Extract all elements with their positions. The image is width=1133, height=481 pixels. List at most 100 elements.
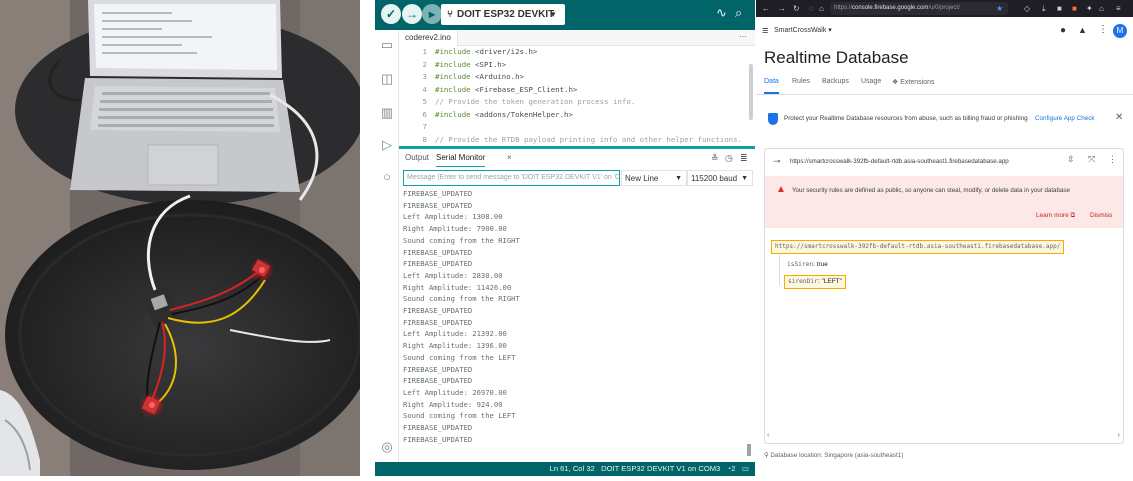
warning-text: Your security rules are defined as publi… [792,187,1070,194]
panel-divider[interactable] [399,146,755,149]
editor-scrollbar[interactable] [749,64,753,120]
bookmark-star-icon[interactable]: ★ [996,0,1003,17]
page-title: Realtime Database [764,48,909,67]
serial-scrollbar[interactable] [747,444,751,456]
address-bar[interactable]: https://console.firebase.google.com/u/0/… [830,2,1008,15]
timestamp-icon[interactable]: ◷ [725,150,733,166]
database-url-bar: ⊸ https://smartcrosswalk-392fb-default-r… [765,149,1123,173]
tree-line [779,255,780,285]
serial-line: Right Amplitude: 924.00 [403,399,503,409]
debug-button[interactable]: ▸ [422,4,442,24]
profile-icon[interactable]: ◎ [380,440,394,454]
node-key: sirenDir [788,278,818,285]
setup-photo [0,0,360,476]
line-ending-select[interactable]: New Line ▼ [621,170,687,186]
code-line: 1 #include <driver/i2s.h> [422,47,538,56]
serial-line: FIREBASE_UPDATED [403,247,473,257]
dismiss-button[interactable]: Dismiss [1090,212,1112,219]
code-editor[interactable]: 1 #include <driver/i2s.h> 2 #include <SPI.… [399,46,755,146]
chevron-right-icon[interactable]: › [1118,432,1120,439]
puzzle-icon[interactable]: ✦ [1086,0,1093,17]
upload-button[interactable]: → [402,4,422,24]
serial-plotter-icon[interactable]: ∿ [716,5,727,21]
output-panel-icon[interactable]: ▭ [742,464,749,473]
board-selector[interactable]: ⑂DOIT ESP32 DEVKIT V1 ▼ [441,4,565,41]
database-url[interactable]: https://smartcrosswalk-392fb-default-rtd… [790,158,1009,165]
tab-serial-monitor[interactable]: Serial Monitor [436,150,486,167]
usb-icon: ⑂ [447,9,453,20]
hamburger-icon[interactable]: ≡ [762,25,768,37]
extension-icon[interactable]: ■ [1057,0,1062,17]
shield-icon[interactable]: ◌ [809,0,814,17]
learn-more-link[interactable]: Learn more ⧉ [1036,212,1075,220]
back-icon[interactable]: ← [762,0,770,17]
more-vert-icon[interactable]: ⋮ [1098,24,1108,35]
tab-extensions[interactable]: ❖ Extensions [892,78,934,94]
external-link-icon: ⧉ [1070,212,1076,219]
bell-icon[interactable]: ▲ [1078,25,1087,35]
autoscroll-icon[interactable]: ≚ [711,150,719,166]
expand-icon[interactable]: ⇳ [1067,154,1075,165]
avatar[interactable]: M [1113,24,1127,38]
folder-icon[interactable]: ▭ [380,38,394,52]
lock-icon[interactable]: ⌂ [819,0,824,17]
serial-monitor-icon[interactable]: ⌕ [735,5,742,21]
tab-more-button[interactable]: ··· [739,30,747,44]
node-is-siren[interactable]: isSiren: true [787,259,828,271]
tab-backups[interactable]: Backups [822,78,849,94]
extensions-icon[interactable]: ⌂ [1099,0,1104,17]
forward-icon[interactable]: → [778,0,786,17]
configure-app-check-link[interactable]: Configure App Check [1035,115,1095,122]
node-siren-dir[interactable]: sirenDir: "LEFT" [784,275,846,289]
pocket-icon[interactable]: ◇ [1024,0,1030,17]
clear-output-icon[interactable]: ≣ [740,150,748,166]
file-tab[interactable]: coderev2.ino [399,30,458,46]
help-icon[interactable]: ● [1060,25,1066,36]
cursor-position: Ln 61, Col 32 [549,464,595,473]
close-icon[interactable]: × [507,150,512,166]
debug-icon[interactable]: ▷ [380,138,394,152]
ide-sidebar: ▭ ◫ ▥ ▷ ○ ◎ [375,30,399,462]
addon-icon[interactable]: ■ [1072,0,1077,17]
tab-data[interactable]: Data [764,78,779,94]
code-line: 3 #include <Arduino.h> [422,72,524,81]
serial-line: Left Amplitude: 21392.00 [403,329,507,339]
tab-output[interactable]: Output [405,150,429,166]
close-icon[interactable]: ✕ [1115,112,1123,123]
extensions-icon: ❖ [892,79,901,86]
warning-icon: ▲ [776,184,786,195]
serial-line: FIREBASE_UPDATED [403,317,473,327]
node-value[interactable]: "LEFT" [821,278,842,285]
project-selector[interactable]: SmartCrossWalk ▾ [774,26,832,34]
tab-usage[interactable]: Usage [861,78,881,94]
chevron-left-icon[interactable]: ‹ [767,432,769,439]
database-root-node[interactable]: https://smartcrosswalk-392fb-default-rtd… [771,240,1065,254]
code-line: 5// Provide the token generation process… [422,97,636,106]
search-icon[interactable]: ○ [380,170,394,184]
download-icon[interactable]: ⤓ [1042,0,1046,17]
serial-line: FIREBASE_UPDATED [403,259,473,269]
serial-line: Sound coming from the RIGHT [403,294,520,304]
tab-rules[interactable]: Rules [792,78,810,94]
serial-line: FIREBASE_UPDATED [403,364,473,374]
more-vert-icon[interactable]: ⋮ [1108,154,1117,165]
serial-line: FIREBASE_UPDATED [403,434,473,444]
project-name: SmartCrossWalk [774,27,827,34]
status-bar: Ln 61, Col 32 DOIT ESP32 DEVKIT V1 on CO… [375,462,755,476]
verify-button[interactable]: ✓ [381,4,401,24]
library-manager-icon[interactable]: ▥ [380,106,394,120]
collapse-icon[interactable]: ⤧ [1088,154,1095,165]
firebase-browser: ← → ↻ ◌ ⌂ https://console.firebase.googl… [756,0,1133,476]
message-input[interactable]: Message (Enter to send message to 'DOIT … [403,170,620,186]
appcheck-text: Protect your Realtime Database resources… [784,115,1028,122]
reload-icon[interactable]: ↻ [793,0,800,17]
boards-manager-icon[interactable]: ◫ [380,72,394,86]
menu-icon[interactable]: ≡ [1116,0,1121,17]
horizontal-scrollbar[interactable]: ‹ › [765,432,1123,442]
serial-line: FIREBASE_UPDATED [403,376,473,386]
node-value[interactable]: true [817,261,828,268]
baud-select[interactable]: 115200 baud ▼ [687,170,753,186]
board-port[interactable]: DOIT ESP32 DEVKIT V1 on COM3 [601,464,720,473]
serial-output: FIREBASE_UPDATED FIREBASE_UPDATED Left Amp… [403,188,743,462]
serial-line: Right Amplitude: 11426.00 [403,282,512,292]
